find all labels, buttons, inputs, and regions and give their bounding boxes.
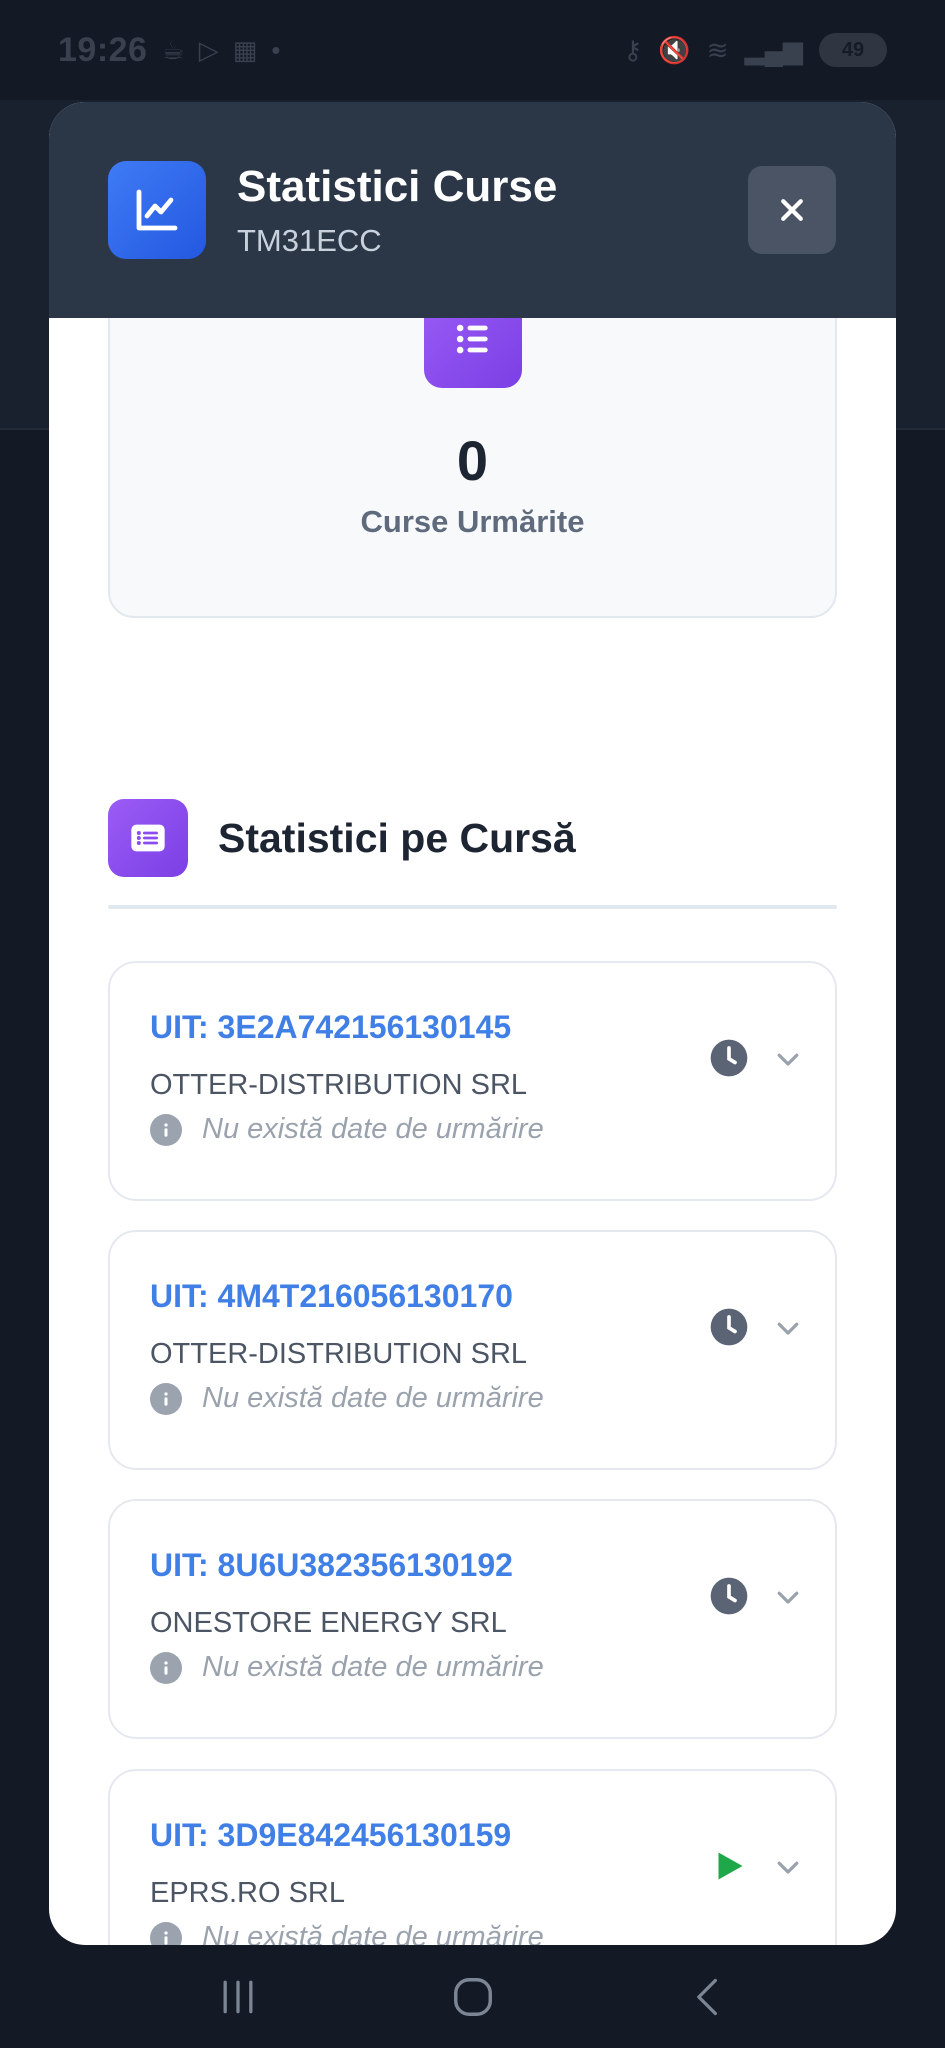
chevron-down-icon[interactable]	[770, 1579, 806, 1615]
trip-company: ONESTORE ENERGY SRL	[150, 1607, 507, 1639]
mute-icon: 🔇	[658, 34, 691, 65]
clock-icon	[708, 1306, 750, 1348]
trip-company: OTTER-DISTRIBUTION SRL	[150, 1069, 528, 1101]
play-icon	[708, 1845, 750, 1887]
summary-card: 0 Curse Urmărite	[108, 318, 837, 618]
trip-card[interactable]: UIT: 3E2A742156130145 OTTER-DISTRIBUTION…	[108, 961, 837, 1201]
chevron-down-icon[interactable]	[770, 1849, 806, 1885]
notification-icon: ☕	[161, 34, 185, 65]
info-icon	[150, 1382, 182, 1415]
wifi-icon: ≋	[706, 34, 729, 65]
section-divider	[108, 905, 837, 909]
info-icon	[150, 1113, 182, 1146]
close-button[interactable]	[748, 166, 836, 254]
info-icon	[150, 1651, 182, 1684]
status-left: 19:26 ☕ ▷ ▦ •	[58, 31, 280, 70]
key-icon: ⚷	[623, 34, 643, 65]
stats-modal: Statistici Curse TM31ECC 0 Curse Urmărit…	[49, 102, 896, 1945]
dot-icon: •	[271, 34, 281, 65]
trip-note: Nu există date de urmărire	[150, 1382, 544, 1415]
navigation-bar	[0, 1945, 945, 2048]
play-store-icon: ▷	[198, 34, 219, 65]
trip-card[interactable]: UIT: 4M4T216056130170 OTTER-DISTRIBUTION…	[108, 1230, 837, 1470]
app-icon: ▦	[232, 34, 258, 65]
chevron-down-icon[interactable]	[770, 1310, 806, 1346]
trip-note: Nu există date de urmărire	[150, 1921, 544, 1945]
trip-note-text: Nu există date de urmărire	[202, 1113, 544, 1145]
clock-icon	[708, 1037, 750, 1079]
section-title: Statistici pe Cursă	[218, 814, 576, 861]
trip-card[interactable]: UIT: 8U6U382356130192 ONESTORE ENERGY SR…	[108, 1499, 837, 1739]
modal-body[interactable]: 0 Curse Urmărite Statistici pe Cursă UIT…	[49, 318, 896, 1945]
trip-uit: UIT: 4M4T216056130170	[150, 1278, 513, 1314]
section-header: Statistici pe Cursă	[108, 798, 837, 878]
trip-company: OTTER-DISTRIBUTION SRL	[150, 1338, 528, 1370]
screen: 19:26 ☕ ▷ ▦ • ⚷ 🔇 ≋ ▂▄▆ 49 Statistici Cu…	[0, 0, 945, 2048]
modal-subtitle: TM31ECC	[237, 223, 382, 258]
trip-note: Nu există date de urmărire	[150, 1113, 544, 1146]
status-bar: 19:26 ☕ ▷ ▦ • ⚷ 🔇 ≋ ▂▄▆ 49	[0, 0, 945, 100]
trip-card[interactable]: UIT: 3D9E842456130159 EPRS.RO SRL Nu exi…	[108, 1769, 837, 1945]
trip-note-text: Nu există date de urmărire	[202, 1651, 544, 1683]
trip-company: EPRS.RO SRL	[150, 1877, 345, 1909]
trip-note-text: Nu există date de urmărire	[202, 1921, 544, 1945]
list-icon	[424, 318, 522, 388]
status-right: ⚷ 🔇 ≋ ▂▄▆ 49	[623, 33, 887, 67]
recent-apps-button[interactable]	[208, 1967, 268, 2027]
chart-line-icon	[108, 161, 206, 259]
trip-uit: UIT: 3E2A742156130145	[150, 1009, 512, 1045]
signal-icon: ▂▄▆	[744, 34, 803, 65]
trip-note-text: Nu există date de urmărire	[202, 1382, 544, 1414]
info-icon	[150, 1921, 182, 1945]
chevron-down-icon[interactable]	[770, 1041, 806, 1077]
tracked-trips-label: Curse Urmărite	[360, 504, 585, 539]
trip-uit: UIT: 3D9E842456130159	[150, 1817, 512, 1853]
trip-note: Nu există date de urmărire	[150, 1651, 544, 1684]
clock-icon	[708, 1575, 750, 1617]
close-icon	[781, 199, 803, 221]
back-button[interactable]	[678, 1967, 738, 2027]
tracked-trips-count: 0	[456, 429, 489, 492]
list-alt-icon	[108, 799, 188, 877]
modal-title: Statistici Curse	[237, 162, 558, 211]
home-button[interactable]	[443, 1967, 503, 2027]
trip-uit: UIT: 8U6U382356130192	[150, 1547, 513, 1583]
status-time: 19:26	[58, 30, 148, 69]
modal-header: Statistici Curse TM31ECC	[49, 102, 896, 318]
battery-icon: 49	[819, 33, 887, 67]
header-texts: Statistici Curse TM31ECC	[237, 161, 748, 259]
